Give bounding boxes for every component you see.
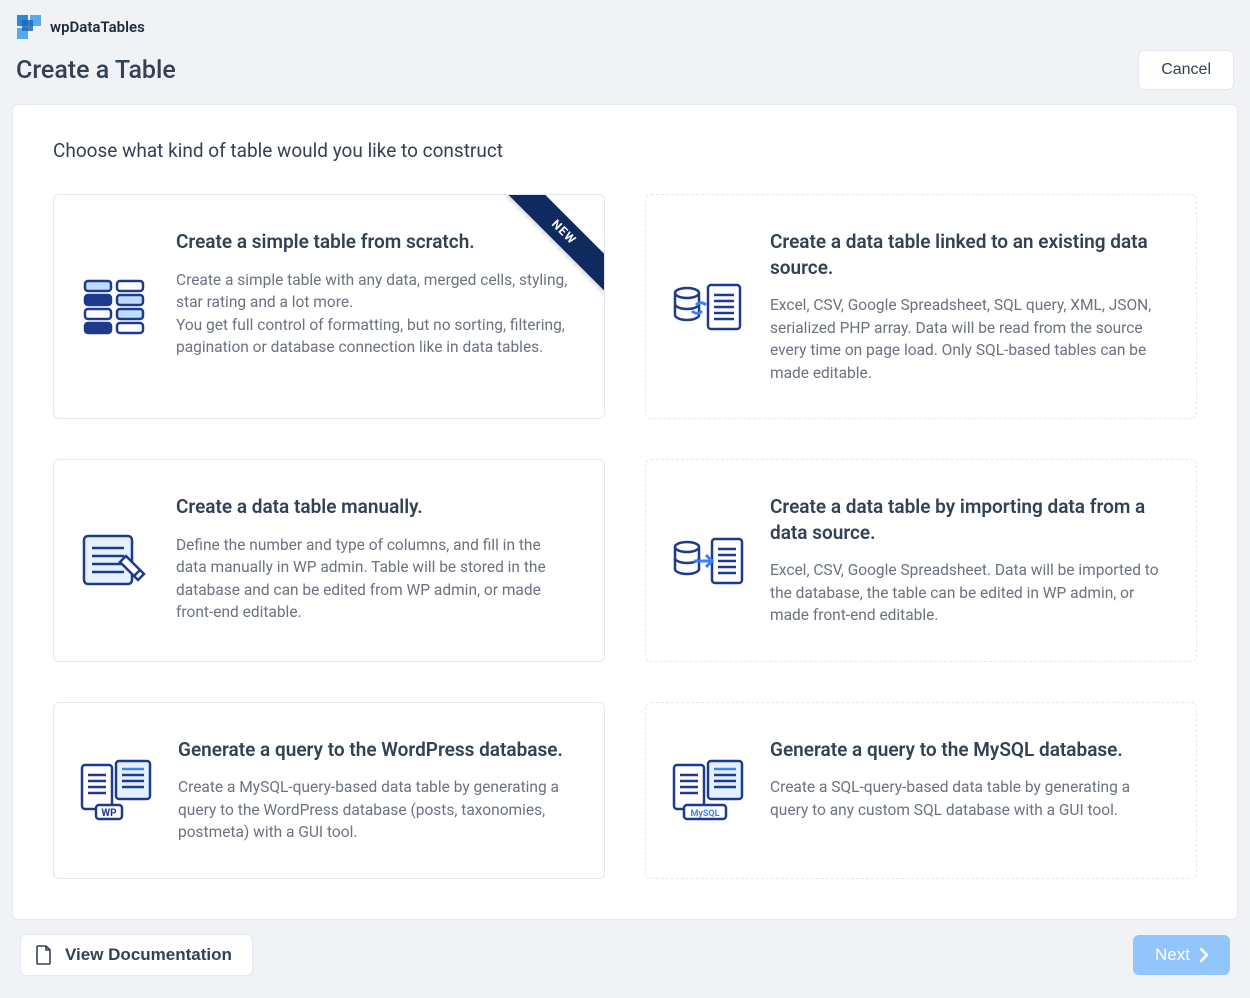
- view-documentation-label: View Documentation: [65, 945, 232, 965]
- svg-text:WP: WP: [101, 808, 117, 819]
- subheading: Choose what kind of table would you like…: [53, 139, 1197, 162]
- card-title: Create a data table by importing data fr…: [770, 494, 1162, 545]
- next-button[interactable]: Next: [1133, 935, 1230, 975]
- svg-text:MySQL: MySQL: [690, 809, 719, 819]
- cancel-button[interactable]: Cancel: [1138, 50, 1234, 90]
- card-mysql-query[interactable]: MySQL Generate a query to the MySQL data…: [645, 702, 1197, 879]
- card-manual-table[interactable]: Create a data table manually. Define the…: [53, 459, 605, 662]
- mysql-query-icon: MySQL: [672, 759, 744, 821]
- card-desc: Excel, CSV, Google Spreadsheet. Data wil…: [770, 559, 1162, 626]
- cards-grid: NEW: [53, 194, 1197, 879]
- manual-edit-icon: [82, 532, 148, 590]
- card-title: Generate a query to the WordPress databa…: [178, 737, 570, 763]
- document-icon: [35, 945, 53, 965]
- page-title: Create a Table: [16, 56, 176, 85]
- new-badge: NEW: [494, 195, 604, 305]
- card-import-data[interactable]: Create a data table by importing data fr…: [645, 459, 1197, 662]
- card-title: Create a data table linked to an existin…: [770, 229, 1162, 280]
- card-title: Generate a query to the MySQL database.: [770, 737, 1162, 763]
- chevron-right-icon: [1196, 947, 1212, 963]
- main-panel: Choose what kind of table would you like…: [12, 104, 1238, 920]
- wpdatatables-logo-icon: [16, 14, 42, 40]
- simple-table-icon: [83, 279, 147, 335]
- card-desc: Define the number and type of columns, a…: [176, 534, 570, 624]
- card-linked-source[interactable]: Create a data table linked to an existin…: [645, 194, 1197, 419]
- wp-query-icon: WP: [80, 759, 152, 821]
- card-simple-table[interactable]: NEW: [53, 194, 605, 419]
- linked-source-icon: [672, 279, 744, 335]
- import-data-icon: [672, 533, 744, 589]
- card-desc: Create a MySQL-query-based data table by…: [178, 776, 570, 843]
- card-wp-query[interactable]: WP Generate a query to the WordPress dat…: [53, 702, 605, 879]
- card-title: Create a data table manually.: [176, 494, 570, 520]
- brand-name: wpDataTables: [50, 18, 145, 36]
- next-label: Next: [1155, 945, 1190, 965]
- brand-logo: wpDataTables: [16, 14, 145, 40]
- card-desc: Excel, CSV, Google Spreadsheet, SQL quer…: [770, 294, 1162, 384]
- card-desc: Create a SQL-query-based data table by g…: [770, 776, 1162, 821]
- top-bar: wpDataTables: [12, 12, 1238, 46]
- view-documentation-button[interactable]: View Documentation: [20, 934, 253, 976]
- footer-bar: View Documentation Next: [12, 920, 1238, 986]
